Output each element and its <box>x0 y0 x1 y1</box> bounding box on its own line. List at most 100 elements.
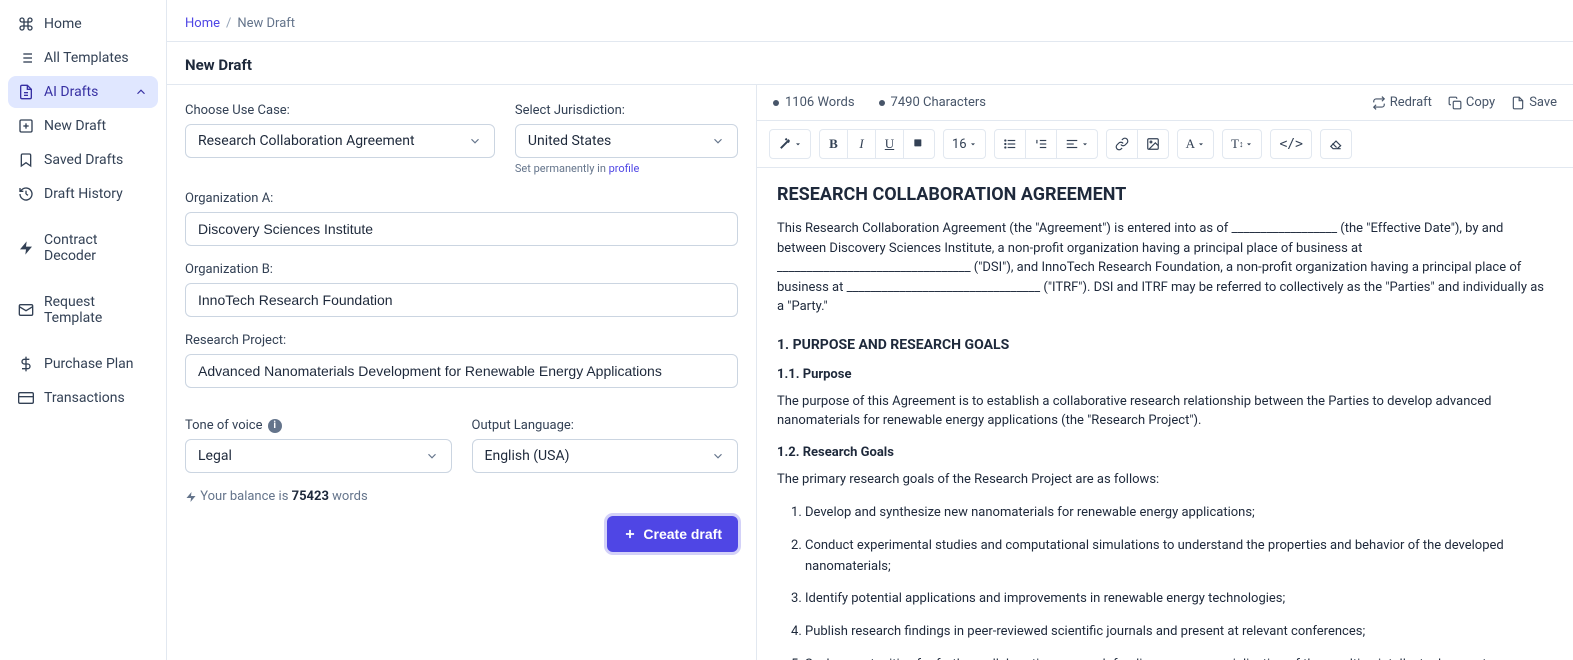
org-a-label: Organization A: <box>185 191 738 206</box>
doc-p1-1: The purpose of this Agreement is to esta… <box>777 392 1553 431</box>
strikethrough-button[interactable] <box>904 130 934 158</box>
jurisdiction-select[interactable]: United States <box>515 124 738 158</box>
output-lang-value: English (USA) <box>485 448 570 464</box>
page-title: New Draft <box>167 42 1573 84</box>
chevron-down-icon <box>711 134 725 148</box>
form-panel: Choose Use Case: Research Collaboration … <box>167 85 757 660</box>
doc-goal-item: Publish research findings in peer-review… <box>805 622 1553 643</box>
align-button[interactable] <box>1057 130 1097 158</box>
doc-h1-2: 1.2. Research Goals <box>777 445 1553 460</box>
org-b-label: Organization B: <box>185 262 738 277</box>
project-input[interactable] <box>185 354 738 388</box>
save-button[interactable]: Save <box>1511 95 1557 110</box>
create-draft-button[interactable]: Create draft <box>607 516 738 552</box>
bullet-list-button[interactable] <box>995 130 1026 158</box>
sidebar-item-label: Saved Drafts <box>44 152 123 168</box>
breadcrumb-separator: / <box>226 16 231 31</box>
document-icon <box>18 84 34 100</box>
chevron-down-icon <box>711 449 725 463</box>
breadcrumb-current: New Draft <box>237 16 295 31</box>
text-color-button[interactable]: A <box>1178 130 1213 158</box>
doc-goal-item: Conduct experimental studies and computa… <box>805 536 1553 578</box>
wand-icon <box>778 137 792 151</box>
doc-intro: This Research Collaboration Agreement (t… <box>777 219 1553 317</box>
italic-button[interactable]: I <box>848 130 876 158</box>
sidebar-item-label: Home <box>44 16 82 32</box>
sidebar-item-label: Draft History <box>44 186 123 202</box>
sidebar-item-saved-drafts[interactable]: Saved Drafts <box>8 144 158 176</box>
sidebar-item-label: Request Template <box>44 294 148 326</box>
save-icon <box>1511 96 1525 110</box>
underline-button[interactable]: U <box>876 130 904 158</box>
doc-goal-item: Seek opportunities for further collabora… <box>805 655 1553 660</box>
breadcrumb: Home / New Draft <box>167 0 1573 42</box>
strikethrough-icon <box>912 137 926 151</box>
text-format-button[interactable]: T↕ <box>1223 130 1261 158</box>
doc-p1-2: The primary research goals of the Resear… <box>777 470 1553 490</box>
jurisdiction-hint: Set permanently in profile <box>515 162 738 175</box>
plus-square-icon <box>18 118 34 134</box>
link-button[interactable] <box>1107 130 1138 158</box>
editor-toolbar: B I U 16 <box>757 121 1573 168</box>
sidebar-item-contract-decoder[interactable]: Contract Decoder <box>8 224 158 272</box>
sidebar-item-draft-history[interactable]: Draft History <box>8 178 158 210</box>
command-icon <box>18 16 34 32</box>
output-lang-label: Output Language: <box>472 418 739 433</box>
eraser-icon <box>1329 137 1343 151</box>
font-size-select[interactable]: 16 <box>944 130 985 158</box>
project-label: Research Project: <box>185 333 738 348</box>
sidebar-item-transactions[interactable]: Transactions <box>8 382 158 414</box>
magic-button[interactable] <box>770 130 810 158</box>
doc-goals-list: Develop and synthesize new nanomaterials… <box>777 503 1553 660</box>
doc-title: RESEARCH COLLABORATION AGREEMENT <box>777 184 1553 205</box>
sidebar-item-label: Contract Decoder <box>44 232 148 264</box>
redraft-button[interactable]: Redraft <box>1372 95 1432 110</box>
sidebar-item-label: Purchase Plan <box>44 356 134 372</box>
eraser-button[interactable] <box>1321 130 1351 158</box>
sidebar: Home All Templates AI Drafts New Draft S… <box>0 0 167 660</box>
info-icon[interactable]: i <box>268 419 282 433</box>
dollar-icon <box>18 356 34 372</box>
image-button[interactable] <box>1138 130 1168 158</box>
editor-stats: 1106 Words 7490 Characters <box>773 95 986 110</box>
credit-card-icon <box>18 390 34 406</box>
char-count: 7490 Characters <box>891 95 986 110</box>
doc-h1-1: 1.1. Purpose <box>777 367 1553 382</box>
profile-link[interactable]: profile <box>609 162 640 175</box>
mail-icon <box>18 302 34 318</box>
document-body[interactable]: RESEARCH COLLABORATION AGREEMENT This Re… <box>757 168 1573 660</box>
bold-button[interactable]: B <box>820 130 848 158</box>
bullet-list-icon <box>1003 137 1017 151</box>
org-a-input[interactable] <box>185 212 738 246</box>
sidebar-item-request-template[interactable]: Request Template <box>8 286 158 334</box>
sidebar-item-label: Transactions <box>44 390 125 406</box>
breadcrumb-home[interactable]: Home <box>185 16 220 31</box>
copy-button[interactable]: Copy <box>1448 95 1495 110</box>
doc-h1: 1. PURPOSE AND RESEARCH GOALS <box>777 337 1553 353</box>
tone-value: Legal <box>198 448 232 464</box>
sidebar-item-all-templates[interactable]: All Templates <box>8 42 158 74</box>
sidebar-item-label: All Templates <box>44 50 129 66</box>
sidebar-item-new-draft[interactable]: New Draft <box>8 110 158 142</box>
sidebar-item-purchase-plan[interactable]: Purchase Plan <box>8 348 158 380</box>
sidebar-item-home[interactable]: Home <box>8 8 158 40</box>
plus-icon <box>623 527 637 541</box>
sidebar-item-ai-drafts[interactable]: AI Drafts <box>8 76 158 108</box>
use-case-select[interactable]: Research Collaboration Agreement <box>185 124 495 158</box>
output-lang-select[interactable]: English (USA) <box>472 439 739 473</box>
bookmark-icon <box>18 152 34 168</box>
code-button[interactable]: </> <box>1271 130 1310 158</box>
balance-text: Your balance is 75423 words <box>185 489 738 504</box>
lightning-icon <box>18 240 34 256</box>
editor-panel: 1106 Words 7490 Characters Redraft Copy <box>757 85 1573 660</box>
number-list-icon <box>1034 137 1048 151</box>
tone-select[interactable]: Legal <box>185 439 452 473</box>
number-list-button[interactable] <box>1026 130 1057 158</box>
align-icon <box>1065 137 1079 151</box>
org-b-input[interactable] <box>185 283 738 317</box>
list-icon <box>18 50 34 66</box>
chevron-up-icon <box>134 85 148 99</box>
copy-icon <box>1448 96 1462 110</box>
chevron-down-icon <box>425 449 439 463</box>
sidebar-item-label: AI Drafts <box>44 84 98 100</box>
